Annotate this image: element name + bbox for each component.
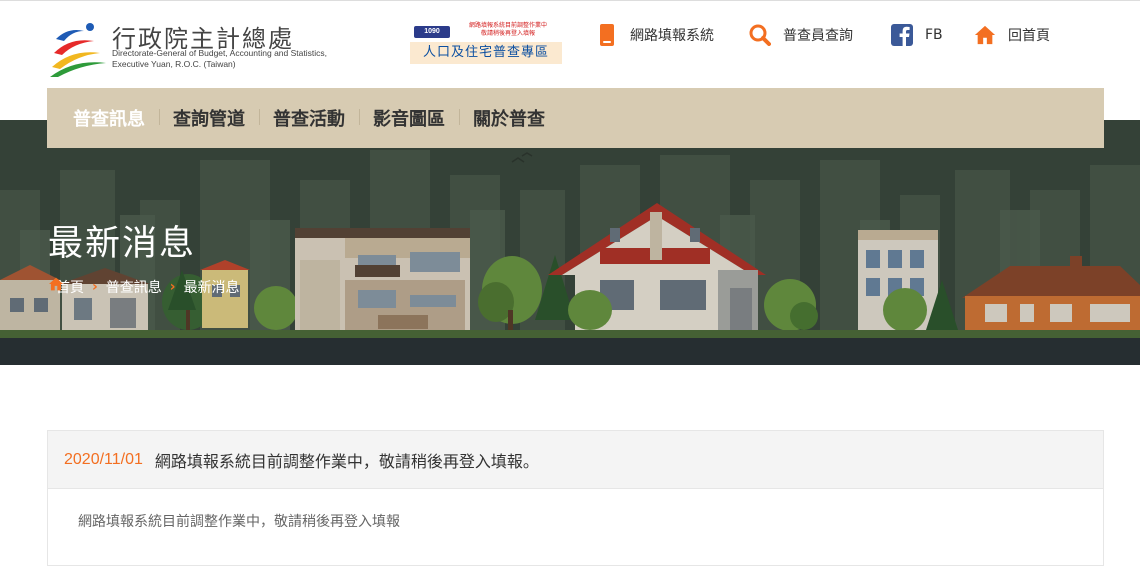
phone-icon xyxy=(596,24,618,46)
logo-mark-icon xyxy=(50,23,106,77)
logo-subtitle-line1: Directorate-General of Budget, Accountin… xyxy=(112,48,327,58)
nav-item-census-activities[interactable]: 普查活動 xyxy=(259,105,359,131)
news-title: 網路填報系統目前調整作業中，敬請稍後再登入填報。 xyxy=(154,451,539,471)
main-nav: 普查訊息 查詢管道 普查活動 影音圖區 關於普查 xyxy=(47,88,1104,148)
facebook-label: FB xyxy=(925,27,943,43)
home-link[interactable]: 回首頁 xyxy=(974,22,1050,48)
promo-notice-text: 網路填報系統目前調整作業中 敬請稍後再登入填報 xyxy=(456,22,560,38)
nav-item-census-news[interactable]: 普查訊息 xyxy=(59,105,159,131)
promo-label: 人口及住宅普查專區 xyxy=(410,42,562,64)
census-taker-search-label: 普查員查詢 xyxy=(783,28,853,44)
breadcrumb-current: 最新消息 xyxy=(183,280,240,296)
page-banner: 最新消息 首頁 › 普查訊息 › 最新消息 xyxy=(0,120,1140,365)
census-taker-search-link[interactable]: 普查員查詢 xyxy=(749,22,853,48)
online-form-label: 網路填報系統 xyxy=(630,28,714,44)
nav-item-about-census[interactable]: 關於普查 xyxy=(459,105,559,131)
census-promo-link[interactable]: 1090 網路填報系統目前調整作業中 敬請稍後再登入填報 人口及住宅普查專區 xyxy=(410,21,562,65)
promo-notice-line2: 敬請稍後再登入填報 xyxy=(480,30,535,37)
news-item: 2020/11/01 網路填報系統目前調整作業中，敬請稍後再登入填報。 網路填報… xyxy=(47,430,1104,566)
home-label: 回首頁 xyxy=(1008,28,1050,44)
promo-notice-line1: 網路填報系統目前調整作業中 xyxy=(468,22,547,29)
page-title: 最新消息 xyxy=(48,224,197,264)
news-date: 2020/11/01 xyxy=(64,450,143,468)
nav-item-media-gallery[interactable]: 影音圖區 xyxy=(359,105,459,131)
nav-item-query-channels[interactable]: 查詢管道 xyxy=(159,105,259,131)
chevron-right-icon: › xyxy=(169,279,176,295)
online-form-link[interactable]: 網路填報系統 xyxy=(596,22,714,48)
chevron-right-icon: › xyxy=(92,279,98,295)
breadcrumb-census-news[interactable]: 普查訊息 xyxy=(106,277,162,297)
facebook-icon xyxy=(891,24,913,46)
site-header: 行政院主計總處 Directorate-General of Budget, A… xyxy=(0,0,1140,90)
search-icon xyxy=(749,24,771,46)
logo-subtitle-line2: Executive Yuan, R.O.C. (Taiwan) xyxy=(112,59,236,69)
facebook-link[interactable]: FB xyxy=(891,22,943,48)
breadcrumb: 首頁 › 普查訊息 › 最新消息 xyxy=(48,277,240,297)
site-logo[interactable]: 行政院主計總處 Directorate-General of Budget, A… xyxy=(50,19,350,77)
news-header[interactable]: 2020/11/01 網路填報系統目前調整作業中，敬請稍後再登入填報。 xyxy=(48,431,1103,489)
news-body: 網路填報系統目前調整作業中，敬請稍後再登入填報 xyxy=(78,514,400,530)
home-icon xyxy=(974,24,996,46)
logo-subtitle: Directorate-General of Budget, Accountin… xyxy=(112,48,327,70)
promo-notice: 1090 網路填報系統目前調整作業中 敬請稍後再登入填報 xyxy=(410,21,562,41)
promo-badge: 1090 xyxy=(414,26,450,38)
